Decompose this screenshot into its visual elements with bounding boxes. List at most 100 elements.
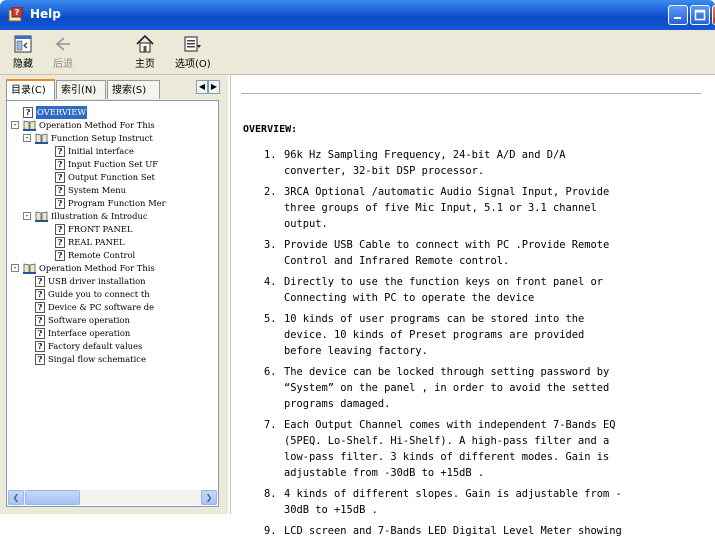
scroll-left-button[interactable]: ❮ bbox=[8, 490, 24, 505]
tree-item-label: Remote Control bbox=[68, 250, 136, 260]
options-label: 选项(O) bbox=[175, 59, 211, 70]
tree-item-label: Illustration & Introduc bbox=[51, 211, 148, 221]
help-page-icon: ? bbox=[35, 302, 45, 313]
open-book-icon bbox=[23, 263, 36, 274]
open-book-icon bbox=[35, 133, 48, 144]
tree-item-label: Factory default values bbox=[48, 341, 143, 351]
options-icon bbox=[184, 36, 201, 52]
tree-item-label: Operation Method For This bbox=[39, 263, 155, 273]
list-item-text: 10 kinds of user programs can be stored … bbox=[284, 313, 585, 357]
maximize-icon bbox=[694, 9, 706, 21]
list-item-text: 3RCA Optional /automatic Audio Signal In… bbox=[284, 186, 610, 230]
help-app-icon: ? bbox=[8, 7, 23, 22]
help-page-icon: ? bbox=[55, 146, 65, 157]
list-item-number: 5. bbox=[264, 313, 277, 325]
list-item-number: 4. bbox=[264, 276, 277, 288]
help-page-icon: ? bbox=[35, 276, 45, 287]
help-page-icon: ? bbox=[55, 159, 65, 170]
tree-item-label: FRONT PANEL bbox=[68, 224, 133, 234]
tree-item-label: Function Setup Instruct bbox=[51, 133, 153, 143]
contents-tree: ? OVERVIEW - Operation Method For This - Func… bbox=[6, 100, 219, 507]
list-item-number: 9. bbox=[264, 525, 277, 537]
list-item-number: 7. bbox=[264, 419, 277, 431]
hide-pane-icon bbox=[14, 35, 32, 53]
tree-item-label: REAL PANEL bbox=[68, 237, 125, 247]
content-heading: OVERVIEW: bbox=[243, 124, 298, 135]
list-item-number: 3. bbox=[264, 239, 277, 251]
triangle-right-icon: ▶ bbox=[210, 82, 218, 91]
collapse-minus-icon[interactable]: - bbox=[11, 264, 19, 272]
collapse-minus-icon[interactable]: - bbox=[23, 212, 31, 220]
scroll-thumb[interactable] bbox=[25, 490, 80, 505]
tab-contents[interactable]: 目录(C) bbox=[6, 79, 55, 100]
home-icon bbox=[136, 34, 154, 53]
help-page-icon: ? bbox=[55, 185, 65, 196]
help-page-icon: ? bbox=[55, 198, 65, 209]
list-item-number: 2. bbox=[264, 186, 277, 198]
collapse-minus-icon[interactable]: - bbox=[11, 121, 19, 129]
help-page-icon: ? bbox=[35, 341, 45, 352]
navigation-pane: 目录(C) 索引(N) 搜索(S) ◀ ▶ ? OVERVIEW - Operatio… bbox=[0, 75, 228, 514]
hide-button[interactable]: 隐藏 bbox=[12, 33, 34, 70]
horizontal-scrollbar[interactable]: ❮ ❯ bbox=[8, 490, 217, 505]
toolbar: 隐藏 后退 主页 选项(O) bbox=[0, 30, 715, 75]
tree-item-label: Output Function Set bbox=[68, 172, 155, 182]
tree-item-label: Singal flow schematice bbox=[48, 354, 146, 364]
tree-item-label: Input Fuction Set UF bbox=[68, 159, 159, 169]
tree-item-label: Guide you to connect th bbox=[48, 289, 150, 299]
maximize-button[interactable] bbox=[690, 5, 710, 25]
help-page-icon: ? bbox=[35, 289, 45, 300]
help-page-icon: ? bbox=[55, 224, 65, 235]
content-divider bbox=[241, 93, 701, 94]
options-button[interactable]: 选项(O) bbox=[175, 33, 211, 70]
tree-item-label: OVERVIEW bbox=[36, 106, 87, 119]
help-page-icon: ? bbox=[55, 237, 65, 248]
minimize-icon bbox=[674, 17, 681, 19]
content-pane: OVERVIEW: 1. 96k Hz Sampling Frequency, 2… bbox=[230, 75, 715, 537]
home-button[interactable]: 主页 bbox=[134, 33, 156, 70]
list-item-text: 4 kinds of different slopes. Gain is adj… bbox=[284, 488, 622, 516]
chevron-left-icon: ❮ bbox=[12, 493, 20, 502]
help-page-icon: ? bbox=[35, 315, 45, 326]
back-button[interactable]: 后退 bbox=[52, 33, 74, 70]
tab-index[interactable]: 索引(N) bbox=[56, 80, 106, 99]
title-bar: ? Help bbox=[0, 0, 715, 30]
collapse-minus-icon[interactable]: - bbox=[23, 134, 31, 142]
scroll-right-button[interactable]: ❯ bbox=[201, 490, 217, 505]
tree-item-label: Initial interface bbox=[68, 146, 134, 156]
list-item-text: LCD screen and 7-Bands LED Digital Level… bbox=[284, 525, 622, 537]
back-arrow-icon bbox=[55, 37, 70, 51]
back-label: 后退 bbox=[53, 59, 73, 70]
hide-label: 隐藏 bbox=[13, 59, 33, 70]
list-item-text: Directly to use the function keys on fro… bbox=[284, 276, 604, 304]
tree-item-label: Program Function Mer bbox=[68, 198, 166, 208]
list-item-text: 96k Hz Sampling Frequency, 24-bit A/D an… bbox=[284, 149, 566, 177]
help-page-icon: ? bbox=[35, 354, 45, 365]
tab-scroll-right-button[interactable]: ▶ bbox=[208, 80, 220, 94]
list-item-text: The device can be locked through setting… bbox=[284, 366, 610, 410]
chevron-right-icon: ❯ bbox=[205, 493, 213, 502]
list-item-number: 8. bbox=[264, 488, 277, 500]
list-item-number: 6. bbox=[264, 366, 277, 378]
tab-search[interactable]: 搜索(S) bbox=[107, 80, 160, 99]
open-book-icon bbox=[23, 120, 36, 131]
help-page-icon: ? bbox=[55, 172, 65, 183]
tab-scroll-left-button[interactable]: ◀ bbox=[196, 80, 208, 94]
home-label: 主页 bbox=[135, 59, 155, 70]
triangle-left-icon: ◀ bbox=[198, 82, 206, 91]
list-item-number: 1. bbox=[264, 149, 277, 161]
list-item-text: Each Output Channel comes with independe… bbox=[284, 419, 616, 479]
svg-text:?: ? bbox=[15, 8, 20, 17]
help-page-icon: ? bbox=[23, 107, 33, 118]
help-page-icon: ? bbox=[35, 328, 45, 339]
list-item-text: Provide USB Cable to connect with PC .Pr… bbox=[284, 239, 610, 267]
minimize-button[interactable] bbox=[668, 5, 688, 25]
tree-item-label: System Menu bbox=[68, 185, 127, 195]
tree-item-label: Operation Method For This bbox=[39, 120, 155, 130]
open-book-icon bbox=[35, 211, 48, 222]
tree-item-label: Interface operation bbox=[48, 328, 131, 338]
window-title: Help bbox=[30, 7, 61, 21]
tree-item-label: Software operation bbox=[48, 315, 130, 325]
tree-item-label: USB driver installation bbox=[48, 276, 146, 286]
help-page-icon: ? bbox=[55, 250, 65, 261]
